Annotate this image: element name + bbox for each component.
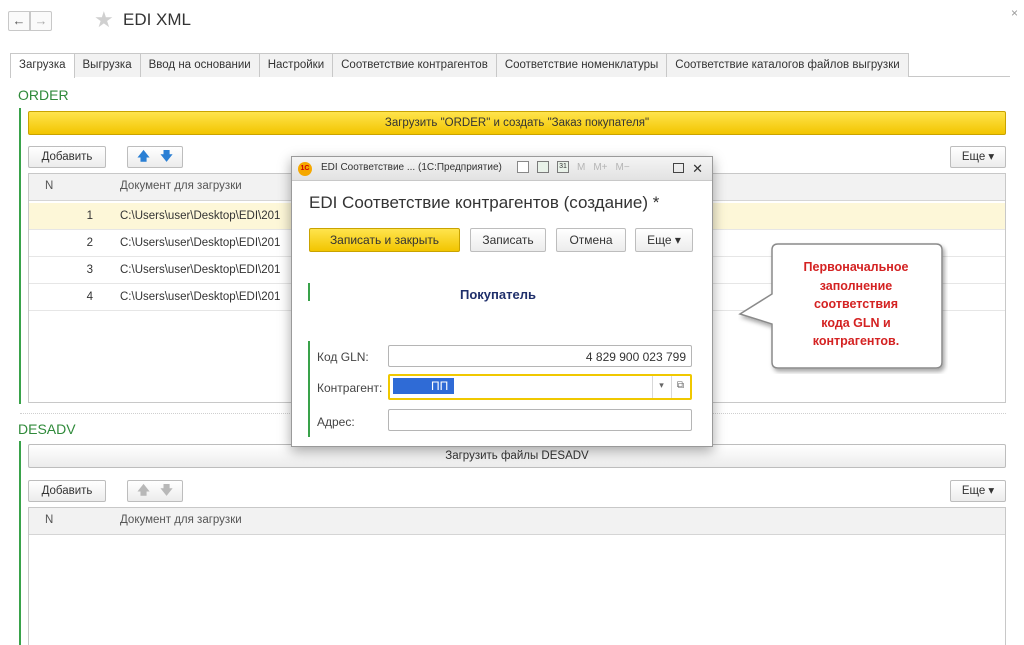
cancel-button[interactable]: Отмена bbox=[556, 228, 626, 252]
contractor-value-text: ПП bbox=[431, 379, 449, 393]
dialog-window-title: EDI Соответствие ... (1С:Предприятие) bbox=[321, 162, 502, 173]
tab-sootvetstvie-katalogov[interactable]: Соответствие каталогов файлов выгрузки bbox=[666, 53, 909, 77]
desadv-more-button[interactable]: Еще ▾ bbox=[950, 480, 1006, 502]
row-number: 1 bbox=[86, 210, 93, 222]
open-item-icon[interactable]: ⧉ bbox=[671, 376, 689, 398]
chevron-down-icon[interactable]: ▾ bbox=[652, 376, 670, 398]
desadv-table: N Документ для загрузки bbox=[28, 507, 1006, 645]
row-number: 4 bbox=[86, 291, 93, 303]
column-header-document[interactable]: Документ для загрузки bbox=[120, 514, 242, 526]
calculator-icon[interactable] bbox=[537, 161, 549, 173]
table-header: N Документ для загрузки bbox=[29, 508, 1005, 535]
contractor-value: ПП bbox=[393, 378, 455, 394]
order-add-button[interactable]: Добавить bbox=[28, 146, 106, 168]
order-group-line bbox=[19, 108, 21, 404]
print-icon[interactable] bbox=[517, 161, 529, 173]
tab-zagruzka[interactable]: Загрузка bbox=[10, 53, 75, 78]
desadv-section-label: DESADV bbox=[18, 421, 76, 437]
order-section-label: ORDER bbox=[18, 87, 69, 103]
column-header-document[interactable]: Документ для загрузки bbox=[120, 180, 242, 192]
callout-line: соответствия bbox=[813, 297, 899, 311]
row-number: 3 bbox=[86, 264, 93, 276]
row-document-path: C:\Users\user\Desktop\EDI\201 bbox=[120, 237, 281, 249]
dialog-close-icon[interactable]: ✕ bbox=[692, 162, 703, 175]
address-label: Адрес: bbox=[317, 415, 355, 429]
fields-accent-line bbox=[308, 341, 310, 437]
callout-line: контрагентов. bbox=[812, 334, 900, 348]
dialog-heading: EDI Соответствие контрагентов (создание)… bbox=[309, 193, 660, 212]
load-order-button[interactable]: Загрузить "ORDER" и создать "Заказ покуп… bbox=[28, 111, 1006, 135]
desadv-move-buttons: 🡅 🡇 bbox=[127, 480, 183, 502]
group-accent-line bbox=[308, 283, 310, 301]
back-icon[interactable]: ← bbox=[8, 11, 30, 31]
move-up-icon[interactable]: 🡅 bbox=[137, 147, 149, 168]
memory-mplus-button[interactable]: M+ bbox=[593, 162, 607, 173]
close-icon[interactable]: × bbox=[1011, 6, 1018, 20]
desadv-add-button[interactable]: Добавить bbox=[28, 480, 106, 502]
buyer-group-title: Покупатель bbox=[460, 287, 536, 302]
save-button[interactable]: Записать bbox=[470, 228, 546, 252]
callout-line: Первоначальное bbox=[803, 260, 909, 274]
tab-vygruzka[interactable]: Выгрузка bbox=[73, 53, 141, 77]
move-down-icon[interactable]: 🡇 bbox=[160, 481, 172, 502]
calendar-icon[interactable]: 31 bbox=[557, 161, 569, 173]
favorite-star-icon[interactable]: ★ bbox=[94, 8, 114, 32]
column-header-n[interactable]: N bbox=[45, 514, 53, 526]
row-document-path: C:\Users\user\Desktop\EDI\201 bbox=[120, 210, 281, 222]
dialog-title-bar[interactable]: 1С EDI Соответствие ... (1С:Предприятие)… bbox=[292, 157, 712, 181]
tab-bar: Загрузка Выгрузка Ввод на основании Наст… bbox=[10, 53, 1010, 78]
order-move-buttons: 🡅 🡇 bbox=[127, 146, 183, 168]
memory-mminus-button[interactable]: M− bbox=[616, 162, 630, 173]
load-desadv-button[interactable]: Загрузить файлы DESADV bbox=[28, 444, 1006, 468]
maximize-icon[interactable] bbox=[673, 163, 684, 173]
callout-line: заполнение bbox=[819, 278, 893, 293]
contractor-label: Контрагент: bbox=[317, 381, 383, 395]
tab-nastroiki[interactable]: Настройки bbox=[258, 53, 334, 77]
1c-logo-icon: 1С bbox=[298, 162, 312, 176]
contractor-mapping-dialog: 1С EDI Соответствие ... (1С:Предприятие)… bbox=[291, 156, 713, 447]
row-document-path: C:\Users\user\Desktop\EDI\201 bbox=[120, 291, 281, 303]
dialog-toolbar-icons: 31 M M+ M− bbox=[517, 161, 630, 173]
row-number: 2 bbox=[86, 237, 93, 249]
move-down-icon[interactable]: 🡇 bbox=[160, 147, 172, 168]
move-up-icon[interactable]: 🡅 bbox=[137, 481, 149, 502]
tab-sootvetstvie-nomenklatury[interactable]: Соответствие номенклатуры bbox=[495, 53, 668, 77]
save-and-close-button[interactable]: Записать и закрыть bbox=[309, 228, 460, 252]
desadv-group-line bbox=[19, 441, 21, 645]
tab-vvod-na-osnovanii[interactable]: Ввод на основании bbox=[139, 53, 260, 77]
gln-value: 4 829 900 023 799 bbox=[585, 350, 686, 364]
dialog-more-button[interactable]: Еще ▾ bbox=[635, 228, 693, 252]
contractor-field[interactable]: ПП ▾ ⧉ bbox=[388, 374, 692, 400]
memory-m-button[interactable]: M bbox=[577, 162, 585, 173]
tab-sootvetstvie-kontragentov[interactable]: Соответствие контрагентов bbox=[332, 53, 497, 77]
column-header-n[interactable]: N bbox=[45, 180, 53, 192]
gln-field[interactable]: 4 829 900 023 799 bbox=[388, 345, 692, 367]
title-bar: ← → ★ EDI XML × bbox=[0, 0, 1024, 44]
row-document-path: C:\Users\user\Desktop\EDI\201 bbox=[120, 264, 281, 276]
order-more-button[interactable]: Еще ▾ bbox=[950, 146, 1006, 168]
gln-label: Код GLN: bbox=[317, 350, 369, 364]
callout-text: Первоначальное заполнение соответствия к… bbox=[770, 258, 942, 351]
forward-icon[interactable]: → bbox=[30, 11, 52, 31]
page-title: EDI XML bbox=[123, 10, 192, 29]
address-field[interactable] bbox=[388, 409, 692, 431]
callout-line: кода GLN и bbox=[821, 315, 891, 330]
